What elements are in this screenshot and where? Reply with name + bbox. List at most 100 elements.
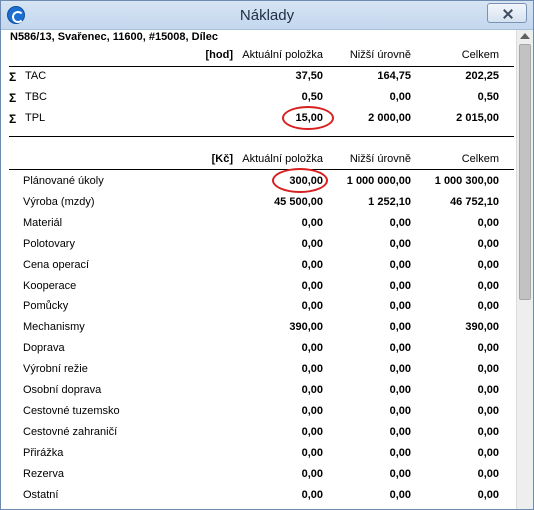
lower-levels-value: 0,00 (389, 467, 411, 480)
total-value: 0,00 (477, 216, 499, 229)
cost-row: Polotovary 0,00 0,00 0,00 (1, 238, 515, 259)
lower-levels-value: 0,00 (389, 425, 411, 438)
cost-row: Pomůcky 0,00 0,00 0,00 (1, 300, 515, 321)
total-value: 0,00 (477, 384, 499, 396)
header-total: Celkem (461, 153, 499, 165)
row-label: Plánované úkoly (23, 175, 104, 187)
cost-row: Cestovné zahraničí 0,00 0,00 0,00 (1, 426, 515, 447)
current-value: 0,00 (301, 488, 323, 501)
cost-row: Cena operací 0,00 0,00 0,00 (1, 259, 515, 280)
header-current-item: Aktuální položka (242, 49, 323, 61)
lower-levels-value: 0,00 (389, 446, 411, 459)
current-value: 0,00 (301, 216, 323, 229)
lower-levels-value: 1 252,10 (368, 195, 411, 208)
current-value: 37,50 (295, 70, 323, 82)
hours-row: Σ TAC 37,50 164,75 202,25 (1, 70, 515, 91)
total-value: 46 752,10 (450, 195, 499, 208)
total-value: 1 000 300,00 (434, 175, 499, 187)
lower-levels-value: 0,00 (389, 404, 411, 417)
current-value: 0,00 (301, 384, 323, 396)
cost-table-header: [Kč] Aktuální položka Nižší úrovně Celke… (1, 153, 515, 169)
hours-header-divider (9, 66, 514, 67)
scroll-up-arrow-icon[interactable] (520, 33, 530, 39)
vertical-scrollbar[interactable] (516, 30, 533, 509)
cost-row: Výrobní režie 0,00 0,00 0,00 (1, 363, 515, 384)
lower-levels-value: 0,00 (389, 91, 411, 103)
row-label: Polotovary (23, 237, 75, 250)
header-current-item: Aktuální položka (242, 153, 323, 165)
total-value: 0,00 (477, 342, 499, 355)
header-lower-levels: Nižší úrovně (349, 153, 411, 165)
cost-header-divider (9, 169, 514, 170)
cost-row: Materiál 0,00 0,00 0,00 (1, 217, 515, 238)
header-total: Celkem (461, 49, 499, 61)
lower-levels-value: 0,00 (389, 258, 411, 271)
title-bar: Náklady (1, 1, 533, 30)
current-value: 390,00 (289, 321, 323, 334)
row-label: TBC (25, 91, 47, 103)
row-label: Rezerva (23, 467, 64, 480)
sigma-icon: Σ (9, 112, 17, 126)
row-label: Cestovné zahraničí (23, 425, 118, 438)
current-value: 0,00 (301, 258, 323, 271)
current-value: 0,00 (301, 363, 323, 376)
row-label: Výroba (mzdy) (23, 195, 95, 208)
cost-row: Mechanismy 390,00 0,00 390,00 (1, 321, 515, 342)
current-value: 45 500,00 (274, 195, 323, 208)
cost-row: Osobní doprava 0,00 0,00 0,00 (1, 384, 515, 405)
lower-levels-value: 164,75 (377, 70, 411, 82)
total-value: 0,00 (477, 300, 499, 313)
current-value: 0,00 (301, 446, 323, 459)
cost-unit-label: [Kč] (211, 153, 233, 165)
cost-row: Výroba (mzdy) 45 500,00 1 252,10 46 752,10 (1, 196, 515, 217)
lower-levels-value: 0,00 (389, 279, 411, 292)
cost-row: Cestovné tuzemsko 0,00 0,00 0,00 (1, 405, 515, 426)
cost-row: Doprava 0,00 0,00 0,00 (1, 342, 515, 363)
current-value: 0,00 (301, 425, 323, 438)
lower-levels-value: 2 000,00 (368, 112, 411, 124)
scroll-thumb[interactable] (519, 44, 531, 300)
sigma-icon: Σ (9, 91, 17, 105)
row-label: Kooperace (23, 279, 77, 292)
costs-panel: N586/13, Svařenec, 11600, #15008, Dílec … (1, 30, 515, 510)
lower-levels-value: 1 000 000,00 (346, 175, 411, 187)
row-label: Mechanismy (23, 321, 85, 334)
row-label: Přirážka (23, 446, 64, 459)
row-label: TAC (25, 70, 47, 82)
total-value: 0,00 (477, 467, 499, 480)
total-value: 0,00 (477, 279, 499, 292)
total-value: 0,00 (477, 425, 499, 438)
total-value: 0,00 (477, 404, 499, 417)
total-value: 0,00 (477, 488, 499, 501)
cost-row: Rezerva 0,00 0,00 0,00 (1, 468, 515, 489)
total-value: 202,25 (465, 70, 499, 82)
row-label: Osobní doprava (23, 384, 102, 396)
costs-window: Náklady N586/13, Svařenec, 11600, #15008… (0, 0, 534, 510)
current-value: 0,00 (301, 237, 323, 250)
row-label: TPL (25, 112, 46, 124)
current-value: 0,00 (301, 342, 323, 355)
lower-levels-value: 0,00 (389, 363, 411, 376)
cost-row: Kooperace 0,00 0,00 0,00 (1, 280, 515, 301)
current-value: 0,00 (301, 467, 323, 480)
current-value: 0,50 (301, 91, 323, 103)
window-title: Náklady (239, 7, 295, 24)
total-value: 2 015,00 (456, 112, 499, 124)
lower-levels-value: 0,00 (389, 300, 411, 313)
row-label: Pomůcky (23, 300, 69, 313)
total-value: 0,00 (477, 363, 499, 376)
lower-levels-value: 0,00 (389, 237, 411, 250)
cost-row: Ostatní 0,00 0,00 0,00 (1, 489, 515, 510)
cost-row: Přirážka 0,00 0,00 0,00 (1, 447, 515, 468)
total-value: 0,50 (477, 91, 499, 103)
row-label: Ostatní (23, 488, 59, 501)
lower-levels-value: 0,00 (389, 342, 411, 355)
current-value: 0,00 (301, 404, 323, 417)
row-label: Doprava (23, 342, 65, 355)
lower-levels-value: 0,00 (389, 216, 411, 229)
total-value: 0,00 (477, 258, 499, 271)
header-lower-levels: Nižší úrovně (349, 49, 411, 61)
current-value: 0,00 (301, 279, 323, 292)
hours-table-bottom-divider (9, 136, 514, 137)
close-button[interactable] (487, 3, 527, 23)
